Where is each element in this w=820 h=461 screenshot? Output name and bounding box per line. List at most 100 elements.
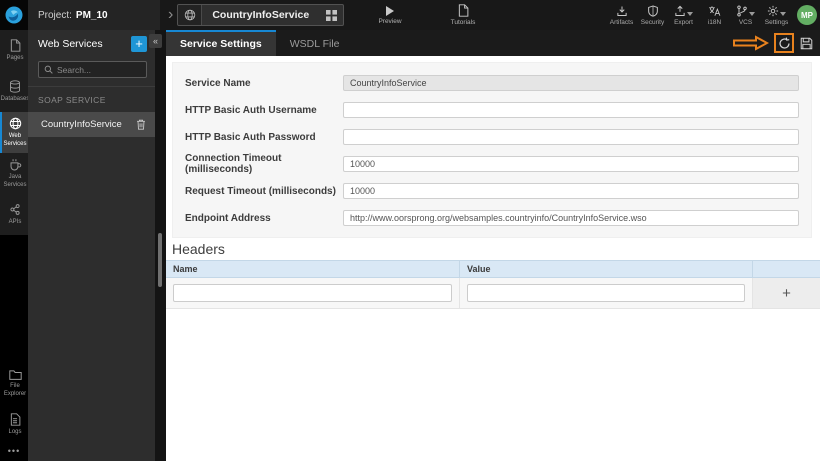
rail-label: Web Services [3, 133, 27, 147]
upload-icon [674, 5, 686, 17]
panel-header: Web Services + [28, 30, 155, 56]
security-label: Security [640, 18, 665, 26]
service-name-label: Service Name [185, 77, 251, 89]
form-row: Request Timeout (milliseconds) [185, 178, 799, 204]
globe-icon [178, 5, 203, 25]
tab-service-settings[interactable]: Service Settings [166, 30, 276, 56]
export-button[interactable]: Export [668, 0, 699, 30]
rail-label: APIs [8, 218, 22, 225]
headers-table-head: Name Value [166, 261, 820, 278]
sidebar-item-apis[interactable]: APIs [0, 194, 28, 235]
download-icon [616, 5, 628, 17]
service-selector-name: CountryInfoService [212, 9, 310, 21]
export-label: Export [674, 18, 693, 26]
panel-scrollbar[interactable] [158, 233, 162, 287]
topbar-actions: Artifacts Security Export i18N VCS Setti… [606, 0, 820, 30]
sidebar-item-file-explorer[interactable]: File Explorer [0, 363, 28, 404]
caret-down-icon [687, 11, 693, 16]
pages-icon [9, 39, 21, 52]
artifacts-button[interactable]: Artifacts [606, 0, 637, 30]
app-logo[interactable] [0, 0, 28, 30]
wavemaker-logo-icon [5, 6, 23, 24]
grid-icon[interactable] [319, 5, 343, 25]
service-name-input[interactable] [343, 75, 799, 91]
http-basic-auth-username-label: HTTP Basic Auth Username [185, 104, 317, 116]
http-basic-auth-password-input[interactable] [343, 129, 799, 145]
rail-label: Logs [8, 428, 22, 435]
service-settings-form: Service Name HTTP Basic Auth Username HT… [172, 62, 812, 238]
gear-icon [767, 5, 779, 17]
add-header-button[interactable]: + [780, 286, 793, 301]
search-icon [44, 65, 53, 74]
headers-col-value: Value [460, 261, 753, 278]
search-input[interactable] [57, 64, 141, 75]
headers-col-name: Name [166, 261, 460, 278]
service-list-item[interactable]: CountryInfoService [28, 112, 155, 137]
coffee-cup-icon [9, 158, 22, 171]
artifacts-label: Artifacts [609, 18, 634, 26]
settings-label: Settings [764, 18, 789, 26]
settings-button[interactable]: Settings [761, 0, 792, 30]
header-row: + [166, 278, 820, 309]
security-button[interactable]: Security [637, 0, 668, 30]
tab-actions [733, 30, 815, 56]
annotation-arrow-icon [733, 35, 769, 51]
form-row: Connection Timeout (milliseconds) [185, 151, 799, 177]
shield-icon [647, 4, 659, 17]
translate-icon [708, 5, 721, 17]
rail-label: Java Services [3, 174, 27, 188]
connection-timeout-input[interactable] [343, 156, 799, 172]
sidebar-item-java-services[interactable]: Java Services [0, 153, 28, 194]
tabbar: Service Settings WSDL File [166, 30, 820, 56]
sidebar-item-pages[interactable]: Pages [0, 30, 28, 71]
sidebar-item-databases[interactable]: Databases [0, 71, 29, 112]
more-options-icon[interactable]: ••• [0, 445, 28, 461]
connection-timeout-label: Connection Timeout (milliseconds) [185, 153, 282, 175]
tutorials-button[interactable]: Tutorials [438, 0, 488, 30]
play-icon [386, 5, 394, 16]
endpoint-address-label: Endpoint Address [185, 212, 271, 224]
request-timeout-input[interactable] [343, 183, 799, 199]
header-name-input[interactable] [173, 284, 452, 302]
collapse-panel-button[interactable]: « [149, 34, 162, 48]
i18n-button[interactable]: i18N [699, 0, 730, 30]
project-breadcrumb[interactable]: Project: PM_10 [28, 0, 160, 30]
vcs-label: VCS [738, 18, 753, 26]
header-value-input[interactable] [467, 284, 745, 302]
soap-service-section-label: SOAP SERVICE [28, 86, 155, 112]
user-avatar[interactable]: MP [797, 5, 817, 25]
branch-icon [736, 4, 748, 17]
caret-down-icon [749, 11, 755, 16]
rail-label: Pages [6, 54, 24, 61]
tutorials-label: Tutorials [450, 19, 476, 26]
topbar: Project: PM_10 › CountryInfoService Prev… [0, 0, 820, 30]
endpoint-address-input[interactable] [343, 210, 799, 226]
sidebar-item-logs[interactable]: Logs [0, 404, 28, 445]
sidebar-item-web-services[interactable]: Web Services [0, 112, 28, 153]
web-services-panel: Web Services + SOAP SERVICE CountryInfoS… [28, 30, 155, 461]
request-timeout-label: Request Timeout (milliseconds) [185, 185, 336, 197]
save-service-button[interactable] [797, 34, 815, 52]
form-row: Service Name [185, 70, 799, 96]
http-basic-auth-username-input[interactable] [343, 102, 799, 118]
left-rail: Pages Databases Web Services Java Servic… [0, 30, 29, 461]
i18n-label: i18N [707, 18, 722, 26]
service-settings-content: Service Name HTTP Basic Auth Username HT… [166, 56, 820, 461]
tab-wsdl-file[interactable]: WSDL File [276, 30, 354, 56]
reload-service-button[interactable] [774, 33, 794, 53]
rail-label: File Explorer [3, 383, 27, 397]
service-selector[interactable]: CountryInfoService [177, 4, 345, 26]
preview-button[interactable]: Preview [366, 0, 414, 30]
api-nodes-icon [9, 203, 21, 216]
save-icon [800, 37, 813, 50]
main-area: Service Settings WSDL File Service Name … [166, 30, 820, 461]
service-search[interactable] [38, 61, 147, 78]
app-window: Project: PM_10 › CountryInfoService Prev… [0, 0, 820, 461]
trash-icon[interactable] [136, 119, 146, 130]
service-item-name: CountryInfoService [41, 119, 122, 130]
headers-section-title: Headers [172, 241, 225, 257]
add-service-button[interactable]: + [131, 36, 147, 52]
vcs-button[interactable]: VCS [730, 0, 761, 30]
form-row: Endpoint Address [185, 205, 799, 231]
http-basic-auth-password-label: HTTP Basic Auth Password [185, 131, 316, 143]
